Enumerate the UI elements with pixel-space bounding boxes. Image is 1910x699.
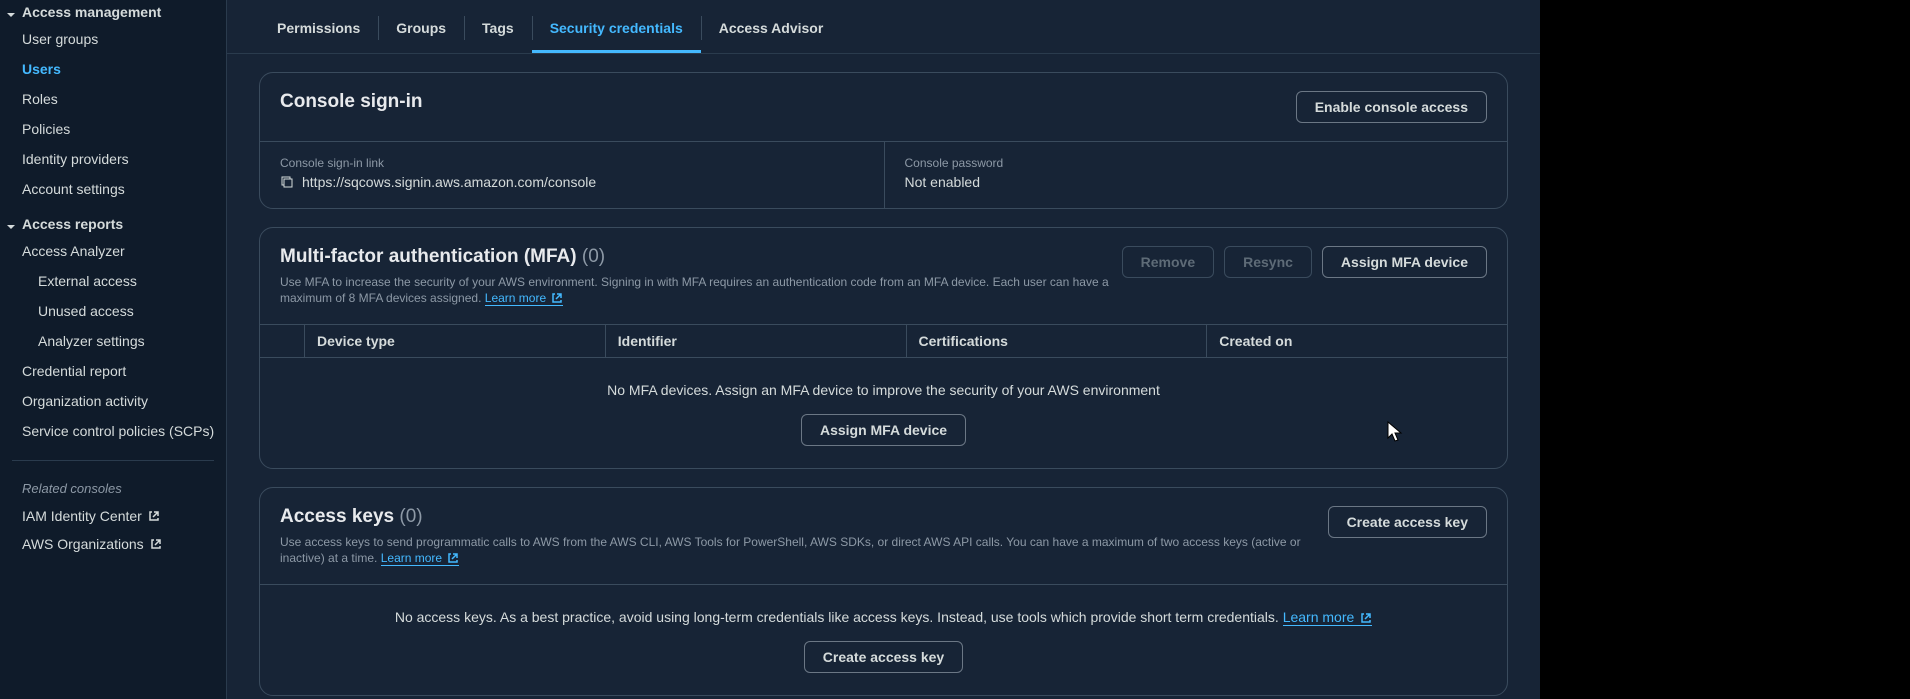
th-certifications: Certifications: [906, 325, 1207, 357]
nav-group-access-reports[interactable]: Access reports: [0, 212, 226, 236]
caret-down-icon: [6, 7, 16, 17]
sidebar-item-analyzer-settings[interactable]: Analyzer settings: [0, 326, 226, 356]
learn-more-link[interactable]: Learn more: [1283, 609, 1372, 626]
sidebar-item-policies[interactable]: Policies: [0, 114, 226, 144]
tab-permissions[interactable]: Permissions: [259, 6, 378, 53]
mfa-table-header: Device type Identifier Certifications Cr…: [260, 324, 1507, 358]
console-signin-link-value: https://sqcows.signin.aws.amazon.com/con…: [302, 174, 596, 190]
external-link-icon: [551, 292, 563, 304]
external-link-icon: [447, 552, 459, 564]
related-consoles-header: Related consoles: [12, 460, 214, 502]
th-identifier: Identifier: [605, 325, 906, 357]
panel-header: Multi-factor authentication (MFA) (0) Us…: [260, 228, 1507, 324]
main-content: Permissions Groups Tags Security credent…: [227, 0, 1540, 699]
sidebar-item-account-settings[interactable]: Account settings: [0, 174, 226, 204]
external-link-icon: [148, 510, 160, 522]
th-device-type: Device type: [304, 325, 605, 357]
external-link-icon: [150, 538, 162, 550]
caret-down-icon: [6, 219, 16, 229]
th-created-on: Created on: [1206, 325, 1507, 357]
learn-more-link[interactable]: Learn more: [381, 551, 460, 566]
tab-security-credentials[interactable]: Security credentials: [532, 6, 701, 53]
nav-group-label: Access management: [22, 4, 161, 20]
access-keys-panel: Access keys (0) Use access keys to send …: [259, 487, 1508, 696]
panel-title: Access keys (0): [280, 506, 1328, 528]
panel-body: Console sign-in link https://sqcows.sign…: [260, 142, 1507, 208]
external-link-icon: [1360, 612, 1372, 624]
field-label: Console password: [905, 156, 1488, 170]
related-label: IAM Identity Center: [22, 508, 142, 524]
user-detail-tabs: Permissions Groups Tags Security credent…: [227, 6, 1540, 54]
create-access-key-button[interactable]: Create access key: [1328, 506, 1487, 538]
empty-message: No access keys. As a best practice, avoi…: [280, 609, 1487, 625]
learn-more-link[interactable]: Learn more: [485, 291, 564, 306]
assign-mfa-device-button-empty[interactable]: Assign MFA device: [801, 414, 966, 446]
tab-tags[interactable]: Tags: [464, 6, 532, 53]
mfa-count: (0): [582, 246, 605, 267]
sidebar-item-access-analyzer[interactable]: Access Analyzer: [0, 236, 226, 266]
panel-header: Access keys (0) Use access keys to send …: [260, 488, 1507, 585]
mfa-empty-state: No MFA devices. Assign an MFA device to …: [260, 358, 1507, 468]
tab-access-advisor[interactable]: Access Advisor: [701, 6, 842, 53]
sidebar-item-external-access[interactable]: External access: [0, 266, 226, 296]
right-black-region: [1540, 0, 1910, 699]
sidebar-item-user-groups[interactable]: User groups: [0, 24, 226, 54]
sidebar-item-identity-providers[interactable]: Identity providers: [0, 144, 226, 174]
sidebar-item-credential-report[interactable]: Credential report: [0, 356, 226, 386]
sidebar-item-roles[interactable]: Roles: [0, 84, 226, 114]
console-password-value: Not enabled: [905, 174, 1488, 190]
related-label: AWS Organizations: [22, 536, 144, 552]
panel-title: Multi-factor authentication (MFA) (0): [280, 246, 1122, 268]
resync-mfa-button: Resync: [1224, 246, 1312, 278]
field-label: Console sign-in link: [280, 156, 864, 170]
tab-groups[interactable]: Groups: [378, 6, 464, 53]
sidebar-item-scps[interactable]: Service control policies (SCPs): [0, 416, 226, 446]
related-aws-organizations[interactable]: AWS Organizations: [0, 530, 226, 558]
console-signin-link-cell: Console sign-in link https://sqcows.sign…: [260, 142, 884, 208]
console-password-cell: Console password Not enabled: [884, 142, 1508, 208]
access-keys-count: (0): [399, 506, 422, 527]
create-access-key-button-empty[interactable]: Create access key: [804, 641, 963, 673]
console-signin-panel: Console sign-in Enable console access Co…: [259, 72, 1508, 209]
panel-header: Console sign-in Enable console access: [260, 73, 1507, 142]
empty-message: No MFA devices. Assign an MFA device to …: [280, 382, 1487, 398]
panel-title: Console sign-in: [280, 91, 423, 113]
th-checkbox: [260, 325, 304, 357]
access-keys-empty-state: No access keys. As a best practice, avoi…: [260, 585, 1507, 695]
remove-mfa-button: Remove: [1122, 246, 1214, 278]
sidebar-item-organization-activity[interactable]: Organization activity: [0, 386, 226, 416]
sidebar: Access management User groups Users Role…: [0, 0, 227, 699]
copy-icon[interactable]: [280, 175, 294, 189]
nav-group-label: Access reports: [22, 216, 123, 232]
assign-mfa-device-button[interactable]: Assign MFA device: [1322, 246, 1487, 278]
nav-group-access-management[interactable]: Access management: [0, 0, 226, 24]
panel-description: Use MFA to increase the security of your…: [280, 274, 1122, 306]
related-iam-identity-center[interactable]: IAM Identity Center: [0, 502, 226, 530]
enable-console-access-button[interactable]: Enable console access: [1296, 91, 1487, 123]
sidebar-item-unused-access[interactable]: Unused access: [0, 296, 226, 326]
panel-description: Use access keys to send programmatic cal…: [280, 534, 1328, 566]
sidebar-item-users[interactable]: Users: [0, 54, 226, 84]
mfa-panel: Multi-factor authentication (MFA) (0) Us…: [259, 227, 1508, 469]
